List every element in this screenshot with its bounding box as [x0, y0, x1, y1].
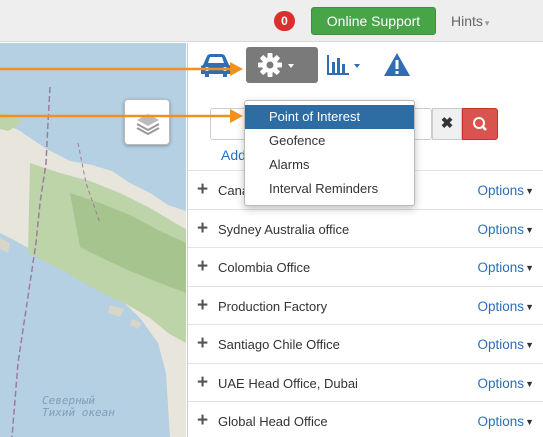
menu-item-geofence[interactable]: Geofence [245, 129, 414, 153]
online-support-button[interactable]: Online Support [311, 7, 436, 35]
hints-label: Hints [451, 13, 483, 29]
ocean-label-line2: Тихий океан [42, 406, 115, 419]
map-layers-button[interactable] [124, 99, 170, 145]
warning-icon [384, 53, 410, 76]
options-button[interactable]: Options [477, 376, 524, 391]
clear-search-button[interactable]: ✖ [432, 108, 462, 140]
car-icon [201, 54, 231, 77]
location-list: + Cana Options ▼ + Sydney Australia offi… [188, 170, 543, 437]
layers-icon [136, 114, 160, 136]
settings-dropdown-menu: Point of Interest Geofence Alarms Interv… [244, 100, 415, 206]
list-item-name: Sydney Australia office [218, 221, 350, 237]
options-caret-icon: ▼ [525, 378, 534, 389]
list-item-name: UAE Head Office, Dubai [218, 375, 358, 391]
options-caret-icon: ▼ [525, 417, 534, 427]
expand-plus-icon[interactable]: + [197, 219, 208, 238]
list-item[interactable]: + Colombia Office Options ▼ [188, 247, 543, 286]
map-view[interactable]: Северный Тихий океан [0, 43, 186, 437]
hints-menu[interactable]: Hints ▾ [451, 13, 489, 29]
list-item[interactable]: + UAE Head Office, Dubai Options ▼ [188, 362, 543, 402]
options-button[interactable]: Options [477, 414, 524, 429]
notification-badge[interactable]: 0 [274, 11, 295, 31]
hints-caret-icon: ▾ [484, 18, 490, 28]
gear-icon [258, 53, 294, 77]
expand-plus-icon[interactable]: + [197, 257, 208, 276]
settings-dropdown-button[interactable] [246, 47, 318, 83]
bar-chart-icon [327, 55, 360, 75]
list-item-name: Global Head Office [218, 414, 328, 429]
menu-item-alarms[interactable]: Alarms [245, 153, 414, 177]
options-button[interactable]: Options [477, 337, 524, 352]
list-item-name: Colombia Office [218, 260, 311, 275]
expand-plus-icon[interactable]: + [197, 373, 208, 392]
options-button[interactable]: Options [477, 183, 524, 198]
list-item[interactable]: + Production Factory Options ▼ [188, 285, 543, 325]
panel-toolbar [188, 43, 543, 83]
list-item[interactable]: + Global Head Office Options ▼ [188, 401, 543, 437]
list-item-name: Santiago Chile Office [218, 337, 340, 352]
options-caret-icon: ▼ [525, 186, 534, 196]
expand-plus-icon[interactable]: + [197, 334, 208, 353]
search-button[interactable] [462, 108, 498, 140]
ocean-label: Северный Тихий океан [42, 395, 162, 419]
search-icon [473, 117, 487, 131]
expand-plus-icon[interactable]: + [197, 296, 208, 315]
alerts-tab[interactable] [382, 50, 412, 80]
options-caret-icon: ▼ [525, 263, 534, 273]
options-caret-icon: ▼ [525, 224, 534, 235]
options-button[interactable]: Options [477, 260, 524, 275]
options-button[interactable]: Options [477, 222, 524, 237]
add-link[interactable]: Add [221, 147, 246, 163]
list-item-name: Production Factory [218, 298, 328, 314]
list-item[interactable]: + Sydney Australia office Options ▼ [188, 208, 543, 248]
expand-plus-icon[interactable]: + [197, 411, 208, 430]
options-caret-icon: ▼ [525, 340, 534, 350]
list-item[interactable]: + Santiago Chile Office Options ▼ [188, 324, 543, 363]
options-caret-icon: ▼ [525, 301, 534, 312]
options-button[interactable]: Options [477, 299, 524, 314]
menu-item-interval-reminders[interactable]: Interval Reminders [245, 177, 414, 201]
expand-plus-icon[interactable]: + [197, 180, 208, 199]
top-bar: 0 Online Support Hints ▾ [0, 0, 543, 42]
reports-dropdown-button[interactable] [324, 50, 366, 80]
menu-item-point-of-interest[interactable]: Point of Interest [245, 105, 414, 129]
vehicles-tab[interactable] [198, 50, 234, 80]
